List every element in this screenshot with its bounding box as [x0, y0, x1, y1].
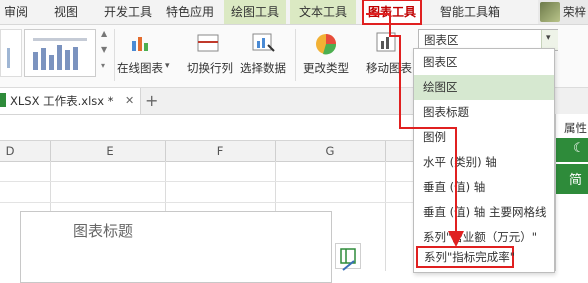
- annotation-arrows: [366, 13, 464, 247]
